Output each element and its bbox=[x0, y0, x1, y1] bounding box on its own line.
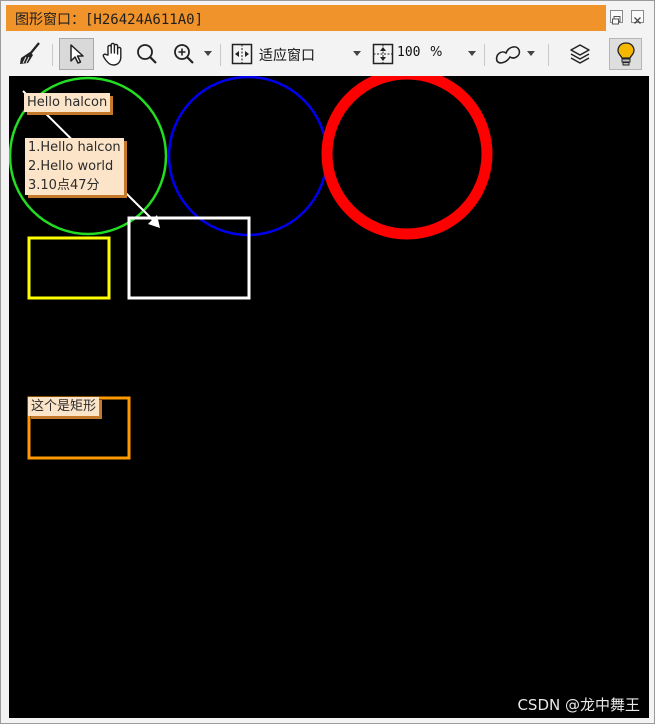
zoom-percent-icon bbox=[372, 43, 394, 65]
magnifier-icon bbox=[137, 44, 157, 64]
draw-shape-button[interactable] bbox=[491, 38, 525, 70]
zoom-tool-button[interactable] bbox=[132, 38, 162, 70]
pan-hand-icon bbox=[102, 42, 122, 66]
zoom-in-icon bbox=[174, 44, 194, 64]
window-title: 图形窗口：[H26424A611A0] bbox=[15, 12, 204, 28]
zoom-in-dropdown-caret[interactable] bbox=[204, 51, 212, 56]
toolbar: 适应窗口 100 % bbox=[6, 35, 651, 73]
lightbulb-button[interactable] bbox=[609, 38, 642, 70]
yellow-rectangle bbox=[27, 236, 111, 300]
zoom-percent-unit: % bbox=[430, 45, 443, 60]
close-icon bbox=[634, 17, 641, 24]
broom-icon bbox=[20, 42, 40, 64]
blue-circle bbox=[167, 76, 329, 237]
restore-button[interactable] bbox=[610, 10, 623, 25]
red-circle bbox=[321, 76, 493, 240]
graphics-window: 图形窗口：[H26424A611A0] 适应窗口 100 % Hello hal… bbox=[0, 0, 655, 724]
lightbulb-icon bbox=[616, 42, 635, 66]
label-hello-halcon: Hello halcon bbox=[24, 93, 111, 112]
fit-window-button[interactable] bbox=[227, 38, 257, 70]
image-canvas[interactable]: Hello halcon 1.Hello halcon 2.Hello worl… bbox=[9, 76, 649, 718]
draw-shape-icon bbox=[495, 46, 521, 64]
clear-button[interactable] bbox=[14, 38, 46, 70]
zoom-in-button[interactable] bbox=[169, 38, 199, 70]
white-rectangle bbox=[127, 216, 251, 300]
zoom-percent-dropdown-caret[interactable] bbox=[468, 51, 476, 56]
close-button[interactable] bbox=[631, 10, 644, 24]
fit-window-dropdown-caret[interactable] bbox=[353, 51, 361, 56]
watermark: CSDN @龙中舞王 bbox=[517, 696, 640, 714]
layers-icon bbox=[570, 44, 590, 64]
restore-icon bbox=[612, 16, 621, 25]
title-bar[interactable]: 图形窗口：[H26424A611A0] bbox=[6, 5, 606, 31]
zoom-percent-value[interactable]: 100 bbox=[397, 45, 420, 60]
label-rectangle: 这个是矩形 bbox=[28, 397, 100, 416]
toolbar-separator bbox=[548, 44, 549, 66]
pointer-icon bbox=[69, 44, 84, 64]
toolbar-separator bbox=[52, 44, 53, 66]
fit-window-icon bbox=[231, 43, 253, 65]
toolbar-separator bbox=[484, 44, 485, 66]
fit-window-label[interactable]: 适应窗口 bbox=[259, 45, 315, 65]
pan-tool-button[interactable] bbox=[97, 38, 129, 70]
label-multiline: 1.Hello halcon 2.Hello world 3.10点47分 bbox=[25, 138, 124, 195]
pointer-tool-button[interactable] bbox=[59, 38, 94, 70]
toolbar-separator bbox=[220, 44, 221, 66]
layers-button[interactable] bbox=[565, 38, 595, 70]
draw-shape-dropdown-caret[interactable] bbox=[527, 51, 535, 56]
zoom-percent-button[interactable] bbox=[368, 38, 398, 70]
